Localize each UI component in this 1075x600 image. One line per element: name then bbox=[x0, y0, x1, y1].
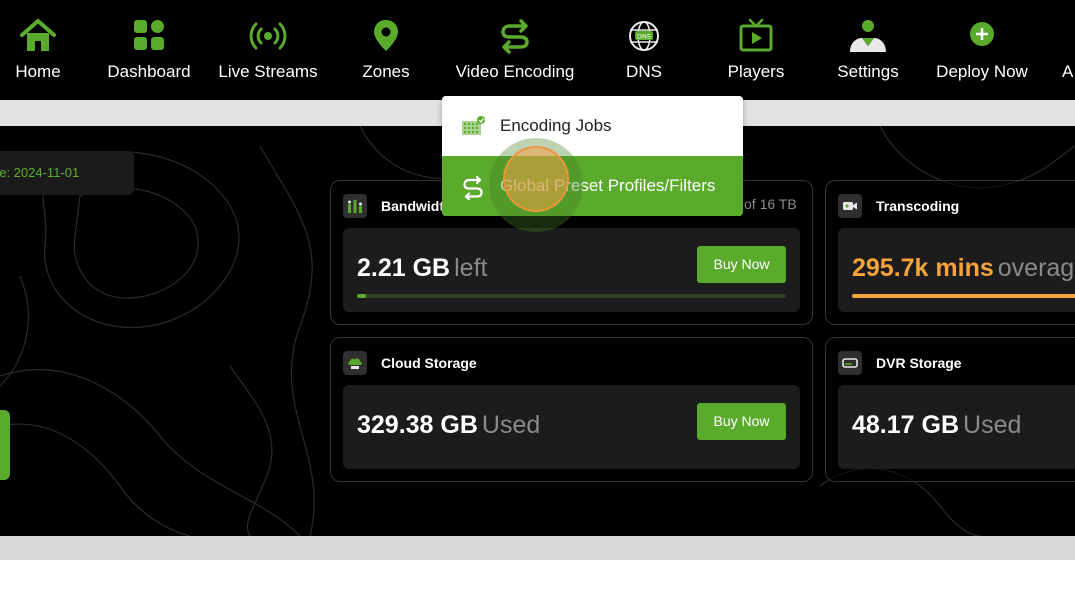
nav-video-encoding[interactable]: Video Encoding bbox=[450, 0, 580, 100]
nav-label-live-streams: Live Streams bbox=[218, 62, 318, 81]
bandwidth-unit: left bbox=[454, 254, 488, 282]
bandwidth-bars-icon bbox=[343, 194, 367, 218]
sidebar-green-tab[interactable] bbox=[0, 410, 10, 480]
menu-item-encoding-jobs[interactable]: Encoding Jobs bbox=[442, 96, 743, 156]
preset-arrows-icon bbox=[463, 175, 483, 200]
cloud-storage-amount: 329.38 GB bbox=[357, 411, 478, 439]
bandwidth-progress-track bbox=[357, 294, 786, 298]
menu-item-encoding-jobs-label: Encoding Jobs bbox=[500, 116, 612, 135]
transcoding-progress-fill bbox=[852, 294, 1075, 298]
expiry-date-text: ue: 2024-11-01 bbox=[0, 165, 80, 180]
cloud-icon bbox=[343, 351, 367, 375]
broadcast-icon bbox=[249, 22, 287, 50]
dvr-storage-amount: 48.17 GB bbox=[852, 411, 960, 439]
encoding-arrows-icon bbox=[501, 19, 529, 54]
cloud-storage-buy-now-button[interactable]: Buy Now bbox=[697, 403, 786, 440]
dvr-storage-usage-box: 48.17 GB Used bbox=[838, 385, 1075, 469]
dvr-storage-card-title: DVR Storage bbox=[876, 355, 962, 371]
footer-divider bbox=[0, 536, 1075, 560]
nav-label-truncated: A bbox=[1062, 62, 1074, 81]
nav-label-dashboard: Dashboard bbox=[107, 62, 191, 81]
cloud-storage-usage-box: 329.38 GB Used Buy Now bbox=[343, 385, 800, 469]
dvr-storage-value: 48.17 GB Used bbox=[852, 411, 1021, 440]
nav-deploy-now[interactable]: Deploy Now bbox=[930, 0, 1034, 100]
dvr-storage-card-header: DVR Storage bbox=[838, 350, 962, 376]
user-settings-icon bbox=[850, 20, 886, 52]
nav-label-zones: Zones bbox=[362, 62, 410, 81]
dns-globe-icon: DNS bbox=[629, 21, 659, 51]
nav-dashboard[interactable]: Dashboard bbox=[104, 0, 194, 100]
transcoding-value: 295.7k mins overag bbox=[852, 254, 1074, 283]
cloud-storage-card: Cloud Storage 329.38 GB Used Buy Now bbox=[330, 337, 813, 482]
nav-zones[interactable]: Zones bbox=[350, 0, 422, 100]
nav-settings[interactable]: Settings bbox=[828, 0, 908, 100]
nav-label-home: Home bbox=[15, 62, 61, 81]
nav-live-streams[interactable]: Live Streams bbox=[214, 0, 322, 100]
cloud-storage-value: 329.38 GB Used bbox=[357, 411, 540, 440]
nav-dns[interactable]: DNS DNS bbox=[614, 0, 674, 100]
bandwidth-buy-now-button[interactable]: Buy Now bbox=[697, 246, 786, 283]
truncated-icon bbox=[1066, 16, 1075, 56]
camera-icon bbox=[838, 194, 862, 218]
video-encoding-dropdown: Encoding Jobs Global Preset Profiles/Fil… bbox=[442, 96, 743, 216]
bandwidth-value: 2.21 GB left bbox=[357, 254, 487, 283]
expiry-date-badge: ue: 2024-11-01 bbox=[0, 151, 134, 195]
menu-item-global-preset-profiles[interactable]: Global Preset Profiles/Filters bbox=[442, 156, 743, 216]
cloud-storage-card-header: Cloud Storage bbox=[343, 350, 477, 376]
nav-label-deploy-now: Deploy Now bbox=[936, 62, 1028, 81]
hard-drive-icon bbox=[838, 351, 862, 375]
bandwidth-card-title: Bandwidt bbox=[381, 198, 444, 214]
bandwidth-progress-fill bbox=[357, 294, 366, 298]
nav-home[interactable]: Home bbox=[0, 0, 76, 100]
nav-label-settings: Settings bbox=[837, 62, 899, 81]
nav-label-video-encoding: Video Encoding bbox=[455, 62, 575, 81]
encoding-jobs-icon bbox=[462, 116, 485, 135]
cloud-storage-card-title: Cloud Storage bbox=[381, 355, 477, 371]
nav-label-players: Players bbox=[727, 62, 785, 81]
svg-text:DNS: DNS bbox=[637, 33, 651, 41]
transcoding-card: Transcoding 295.7k mins overag bbox=[825, 180, 1075, 325]
bandwidth-amount: 2.21 GB bbox=[357, 254, 451, 282]
tv-player-icon bbox=[739, 18, 773, 52]
transcoding-usage-box: 295.7k mins overag bbox=[838, 228, 1075, 312]
bandwidth-total: of 16 TB bbox=[744, 196, 797, 212]
bandwidth-card-header: Bandwidt bbox=[343, 193, 444, 219]
plus-circle-icon bbox=[970, 22, 994, 46]
dashboard-grid-icon bbox=[134, 20, 164, 50]
dvr-storage-unit: Used bbox=[963, 411, 1022, 439]
transcoding-progress-track bbox=[852, 294, 1075, 298]
dvr-storage-card: DVR Storage 48.17 GB Used bbox=[825, 337, 1075, 482]
location-pin-icon bbox=[374, 20, 398, 51]
transcoding-card-title: Transcoding bbox=[876, 198, 960, 214]
transcoding-unit: overag bbox=[997, 254, 1075, 282]
bandwidth-usage-box: 2.21 GB left Buy Now bbox=[343, 228, 800, 312]
nav-players[interactable]: Players bbox=[716, 0, 796, 100]
cloud-storage-unit: Used bbox=[481, 411, 541, 439]
transcoding-card-header: Transcoding bbox=[838, 193, 959, 219]
transcoding-amount: 295.7k mins bbox=[852, 254, 994, 282]
menu-item-global-preset-profiles-label: Global Preset Profiles/Filters bbox=[500, 176, 716, 195]
nav-truncated[interactable]: A bbox=[1058, 0, 1075, 100]
top-navigation: Home Dashboard Live Streams Zones Video … bbox=[0, 0, 1075, 100]
home-icon bbox=[20, 19, 56, 51]
nav-label-dns: DNS bbox=[626, 62, 662, 81]
